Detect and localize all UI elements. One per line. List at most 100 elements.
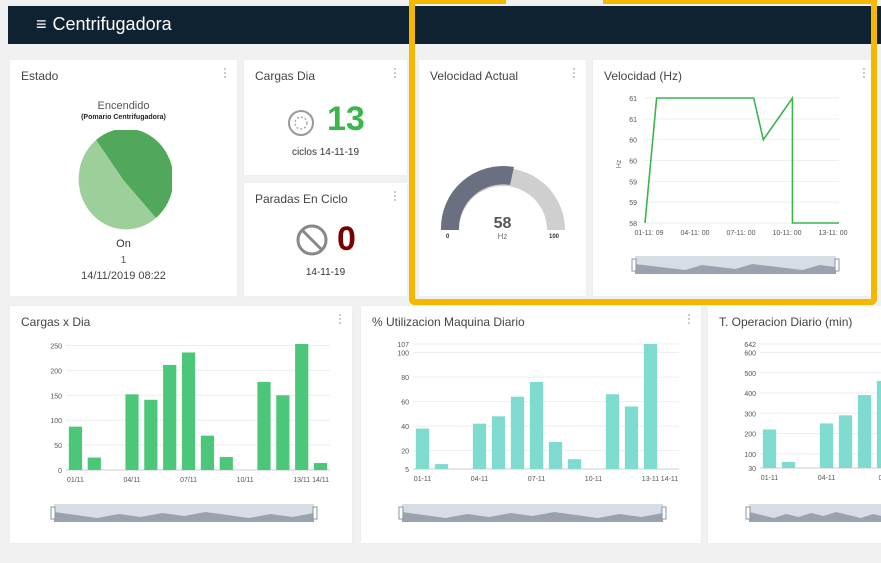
gauge-unit: Hz: [497, 232, 508, 241]
navigator-handle-left: [50, 506, 56, 520]
navigator-handle-left: [631, 258, 637, 272]
cargas-bar-chart: 0 50 100 150 200 250 01/11 04/11 07/11 10/11 13/11…: [50, 343, 330, 522]
estado-machine-name: (Pomario Centrifugadora): [81, 114, 166, 121]
utilizacion-card: % Utilizacion Maquina Diario 5 20 40 60 80 10…: [361, 306, 701, 543]
navigator-handle-right: [661, 506, 667, 520]
y-tick-label: 150: [50, 393, 62, 400]
navigator-handle-right: [312, 506, 318, 520]
velocidad-line-chart: 58 59 59 60 60 61 61 Hz 01-11: 09 04-11: 00 07-11:…: [616, 95, 848, 274]
x-tick-label: 04-11: [471, 476, 488, 483]
bar: [781, 461, 796, 468]
bar: [472, 423, 487, 469]
utilizacion-bar-chart: 5 20 40 60 80 100 107 01-11 04-11 07-11 10-11 13-11…: [397, 342, 679, 522]
y-tick-label: 60: [629, 138, 637, 145]
y-tick-label: 60: [629, 159, 637, 166]
cargas-dia-menu-icon[interactable]: [394, 68, 397, 80]
operacion-card: T. Operacion Diario (min) 30 100 200 300 400…: [708, 306, 881, 543]
velocidad-actual-menu-icon[interactable]: [573, 68, 576, 80]
x-tick-label: 04-11: 00: [680, 230, 709, 237]
bar: [144, 399, 158, 470]
navigator-handle-left: [398, 506, 404, 520]
estado-state: On: [116, 238, 131, 250]
estado-menu-icon[interactable]: [224, 68, 227, 80]
velocidad-hz-menu-icon[interactable]: [863, 68, 866, 80]
x-tick-label: 01/11: [67, 477, 84, 484]
x-tick-label: 14/11: [312, 477, 329, 484]
velocidad-actual-title: Velocidad Actual: [430, 69, 519, 83]
y-tick-label: 61: [629, 96, 637, 103]
cargas-dia-title: Cargas Dia: [255, 69, 316, 83]
estado-card: Estado Encendido (Pomario Centrifugadora…: [10, 60, 237, 296]
y-tick-label: 20: [401, 449, 409, 456]
x-tick-label: 13-11: [642, 476, 659, 483]
bar: [415, 428, 430, 469]
bar: [643, 344, 658, 469]
bar: [219, 457, 233, 470]
cargas-x-dia-title: Cargas x Dia: [21, 315, 91, 329]
y-tick-label: 58: [629, 221, 637, 228]
y-tick-label: 59: [629, 179, 637, 186]
bar: [624, 406, 639, 469]
y-tick-label: 59: [629, 200, 637, 207]
bar: [605, 394, 620, 469]
y-tick-label: 642: [744, 342, 756, 349]
operacion-title: T. Operacion Diario (min): [719, 315, 853, 329]
bar: [762, 429, 777, 468]
y-tick-label: 600: [744, 351, 756, 358]
velocidad-actual-card: Velocidad Actual 58 Hz 0 100: [419, 60, 586, 296]
y-tick-label: 61: [629, 117, 637, 124]
cargas-x-dia-menu-icon[interactable]: [339, 314, 342, 326]
y-tick-label: 200: [744, 432, 756, 439]
bar: [125, 394, 139, 470]
y-axis-label: Hz: [616, 159, 623, 168]
cargas-dia-card: Cargas Dia 13 ciclos 14-11-19: [244, 60, 407, 175]
bar: [857, 395, 872, 468]
y-tick-label: 100: [50, 418, 62, 425]
y-tick-label: 107: [397, 342, 409, 349]
bar: [181, 352, 196, 470]
x-tick-label: 13/11: [293, 477, 310, 484]
bar: [876, 380, 881, 468]
velocidad-hz-title: Velocidad (Hz): [604, 69, 683, 83]
y-tick-label: 200: [50, 368, 62, 375]
gauge-max-label: 100: [549, 234, 560, 240]
paradas-title: Paradas En Ciclo: [255, 192, 348, 206]
x-tick-label: 04-11: [818, 475, 835, 482]
paradas-caption: 14-11-19: [305, 267, 346, 278]
top-bar: ≡ Centrifugadora: [8, 6, 881, 44]
estado-status-label: Encendido: [97, 100, 150, 112]
bar: [276, 395, 290, 470]
velocidad-hz-card: Velocidad (Hz) 58 59 59 60 60 61 61 Hz 01-11: 09…: [593, 60, 876, 296]
utilizacion-menu-icon[interactable]: [688, 314, 691, 326]
x-tick-label: 01-11: [414, 476, 431, 483]
bar: [313, 463, 328, 470]
hamburger-menu-icon[interactable]: ≡: [36, 14, 47, 34]
x-tick-label: 01-11: [761, 475, 778, 482]
paradas-value: 0: [337, 220, 356, 258]
x-tick-label: 10-11: 00: [772, 230, 801, 237]
highlight-top-right: [603, 0, 877, 4]
x-tick-label: 10-11: [585, 476, 602, 483]
bar: [529, 381, 544, 469]
bar: [819, 423, 834, 468]
x-tick-label: 01-11: 09: [634, 230, 663, 237]
y-tick-label: 0: [58, 468, 62, 475]
app-title-text: Centrifugadora: [52, 14, 172, 34]
y-tick-label: 250: [50, 343, 62, 350]
cargas-x-dia-card: Cargas x Dia 0 50 100 150 200 250 01/11 04/11 07…: [10, 306, 352, 543]
y-tick-label: 40: [401, 424, 409, 431]
highlight-top-left: [409, 0, 506, 4]
gauge-value: 58: [493, 215, 512, 232]
cargas-dia-caption: ciclos 14-11-19: [291, 147, 360, 158]
x-tick-label: 10/11: [237, 477, 254, 484]
gauge-min-label: 0: [446, 234, 450, 240]
y-tick-label: 50: [54, 443, 62, 450]
x-tick-label: 14-11: [661, 476, 678, 483]
y-tick-label: 30: [748, 466, 756, 473]
paradas-menu-icon[interactable]: [394, 191, 397, 203]
x-tick-label: 07-11: 00: [726, 230, 755, 237]
y-tick-label: 500: [744, 371, 756, 378]
x-tick-label: 13-11: 00: [818, 230, 847, 237]
cycle-icon: [288, 110, 314, 136]
y-tick-label: 100: [397, 351, 409, 358]
